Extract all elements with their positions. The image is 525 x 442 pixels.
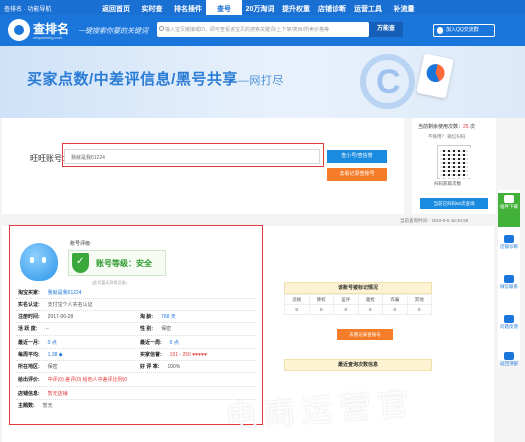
top-nav: 返回首页 实时查 排名插件 查号 20万淘词 提升权重 店铺诊断 运营工具 补流量 <box>98 0 422 15</box>
usage-button[interactable]: 当前已扫码50次查询 <box>420 198 488 209</box>
search-button[interactable]: 万能查 <box>369 22 403 37</box>
info-row: 最近一月: 0 点 <box>18 340 57 346</box>
banner-logo-graphic <box>360 54 415 109</box>
float-item-icon <box>504 275 514 283</box>
info-row: 店铺信息: 暂无店铺 <box>18 391 68 397</box>
row-divider <box>16 298 256 299</box>
row-divider <box>16 360 256 361</box>
level-note: (此号暂无异常记录) <box>92 280 127 285</box>
search-icon <box>159 26 164 31</box>
usage-hint: 不够用？ 微信扫码 <box>428 134 466 139</box>
info-row: 性 别: 保密 <box>140 326 172 332</box>
float-item-icon <box>504 315 514 323</box>
row-divider <box>16 386 256 387</box>
info-row: 实名认证: 支付宝个人实名认证 <box>18 302 93 308</box>
qq-group-button[interactable]: 加入QQ交流群 <box>433 24 495 37</box>
view-records-button[interactable]: 去看记录查账号 <box>337 329 393 340</box>
record-button[interactable]: 去看记录查账号 <box>327 168 387 181</box>
banner-title-tail: —网打尽 <box>237 75 284 87</box>
float-item-label: 返回顶部 <box>500 361 518 366</box>
row-divider <box>16 348 256 349</box>
marked-records-header: 该账号被标记情况 <box>284 282 432 294</box>
avatar <box>20 243 58 281</box>
qr-code <box>437 145 472 180</box>
top-nav-item[interactable]: 20万淘词 <box>242 0 278 15</box>
top-nav-item[interactable]: 返回首页 <box>98 0 134 15</box>
top-nav-item[interactable]: 排名插件 <box>170 0 206 15</box>
float-item-icon <box>504 352 514 360</box>
float-item-icon <box>504 195 514 203</box>
shield-check-icon <box>72 253 89 273</box>
slogan: 一键搜索你要的关键词 <box>78 28 148 35</box>
record-col-header: 其他 <box>406 294 432 305</box>
info-row: 买家信誉: 151 - 250 ♥♥♥♥♥ <box>140 352 208 358</box>
float-item[interactable]: 店铺诊断 <box>498 233 520 267</box>
highlight-box-input <box>62 143 324 167</box>
record-count: 0 <box>284 304 310 315</box>
row-divider <box>16 322 256 323</box>
query-button[interactable]: 查小号/查信誉 <box>327 150 387 163</box>
usage-box: 当前剩余使用次数：25 次 不够用？ 微信扫码 扫码获取次数 当前已扫码50次查… <box>412 118 496 214</box>
record-count: 0 <box>333 304 359 315</box>
info-row: 注册时间: 2017-06-28 <box>18 314 74 320</box>
info-row: 给出评价: 中评(0) 差评(0) 给他人中差评比例(0 <box>18 377 128 383</box>
record-col-header: 违规 <box>284 294 310 305</box>
info-row: 所在地区: 保密 <box>18 364 58 370</box>
record-col-header: 差评 <box>333 294 359 305</box>
record-count: 0 <box>357 304 383 315</box>
top-nav-bar: 查排名 · 功能导航 返回首页 实时查 排名插件 查号 20万淘词 提升权重 店铺诊断 运营工… <box>0 0 525 15</box>
info-row: 最近一周: 0 点 <box>140 340 179 346</box>
float-item[interactable]: 返回顶部 <box>498 350 520 384</box>
info-row: 淘宝买家: 我就是我61224 <box>18 290 82 296</box>
query-timestamp: 当前查询时间：2019-8-5 16:40:58 <box>400 218 469 223</box>
float-item-label: 店铺诊断 <box>500 244 518 249</box>
record-count: 0 <box>406 304 432 315</box>
float-item-label: 微信联系 <box>500 284 518 289</box>
top-nav-item[interactable]: 提升权重 <box>278 0 314 15</box>
float-item-label: 插件下载 <box>500 204 518 209</box>
header: 查排名 chapaiming.com 一键搜索你要的关键词 输入宝贝链接或ID，… <box>0 15 525 46</box>
banner: 买家点数/中差评信息/黑号共享—网打尽 <box>0 46 525 118</box>
float-item[interactable]: 插件下载 <box>498 193 520 227</box>
search-input[interactable]: 输入宝贝链接或ID，即可查看该宝贝的搜索关键词/上下架/类目/所卖价格等 <box>157 22 369 37</box>
level-caption: 账号评级: <box>70 241 92 247</box>
marked-records-table: 违规 降权 差评 骚扰 诈骗 其他 000000 <box>284 294 432 315</box>
top-nav-item[interactable]: 运营工具 <box>350 0 386 15</box>
banner-title: 买家点数/中差评信息/黑号共享—网打尽 <box>27 71 284 88</box>
float-item[interactable]: 问题反馈 <box>498 313 520 347</box>
row-divider <box>16 310 256 311</box>
banner-chart-graphic <box>416 53 454 99</box>
logo-subtitle: chapaiming.com <box>33 35 63 40</box>
info-row: 淘 龄: 768 天 <box>140 314 176 320</box>
row-divider <box>16 372 256 373</box>
remaining-count-text: 当前剩余使用次数：25 次 <box>418 124 475 130</box>
record-count: 0 <box>382 304 408 315</box>
search-placeholder: 输入宝贝链接或ID，即可查看该宝贝的搜索关键词/上下架/类目/所卖价格等 <box>165 27 330 33</box>
float-item-icon <box>504 235 514 243</box>
top-nav-item[interactable]: 补流量 <box>386 0 422 15</box>
float-item-label: 问题反馈 <box>500 324 518 329</box>
info-row: 每周平均: 1.38 ◆ <box>18 352 63 358</box>
row-divider <box>16 335 256 336</box>
record-col-header: 骚扰 <box>357 294 383 305</box>
site-function-nav[interactable]: 查排名 · 功能导航 <box>4 4 51 13</box>
record-col-header: 诈骗 <box>382 294 408 305</box>
float-item[interactable]: 微信联系 <box>498 273 520 307</box>
level-text: 账号等级：安全 <box>96 259 152 268</box>
info-row: 好 评 率: 100% <box>140 364 181 370</box>
top-nav-item[interactable]: 实时查 <box>134 0 170 15</box>
info-row: 活 跃 度: -- <box>18 326 49 332</box>
top-nav-item[interactable]: 查号 <box>206 0 242 15</box>
info-row: 主题数: 暂无 <box>18 403 53 409</box>
logo-icon[interactable] <box>8 19 30 41</box>
record-col-header: 降权 <box>308 294 334 305</box>
row-divider <box>16 399 256 400</box>
recent-queries-header: 最近查询次数信息 <box>284 359 432 371</box>
top-nav-item[interactable]: 店铺诊断 <box>314 0 350 15</box>
scan-text: 扫码获取次数 <box>434 181 461 186</box>
record-count: 0 <box>308 304 334 315</box>
